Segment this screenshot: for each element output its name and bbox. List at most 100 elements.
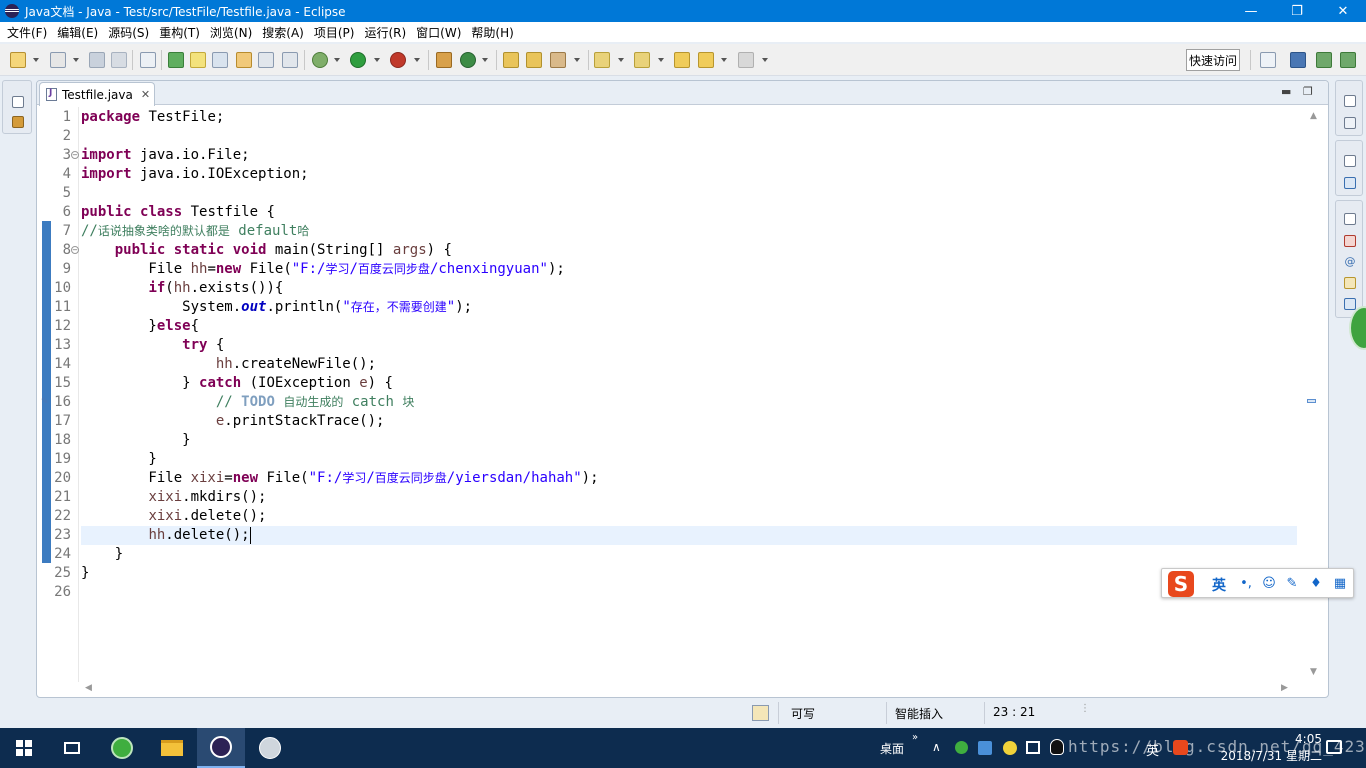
- clock[interactable]: 4:05 2018/7/31 星期二: [1221, 731, 1322, 765]
- prev-edit-dropdown-icon[interactable]: [658, 58, 664, 62]
- menu-window[interactable]: 窗口(W): [411, 24, 466, 41]
- toolbox-icon[interactable]: ▦: [1332, 576, 1348, 592]
- tray-360-icon[interactable]: [955, 741, 968, 754]
- forward-icon[interactable]: [738, 52, 754, 68]
- menu-navigate[interactable]: 浏览(N): [205, 24, 257, 41]
- handwriting-icon[interactable]: ✎: [1284, 576, 1300, 592]
- paragraph-icon[interactable]: [282, 52, 298, 68]
- task-marker-icon[interactable]: ✎: [41, 397, 49, 407]
- show-whitespace-icon[interactable]: [258, 52, 274, 68]
- overview-marker[interactable]: [1307, 399, 1316, 403]
- menu-project[interactable]: 项目(P): [309, 24, 360, 41]
- next-edit-dropdown-icon[interactable]: [618, 58, 624, 62]
- restore-view-icon[interactable]: [12, 96, 24, 108]
- desktop-toolbar[interactable]: 桌面: [880, 740, 904, 757]
- microphone-icon[interactable]: ♦: [1308, 576, 1324, 592]
- sogou-tray-icon[interactable]: [1173, 740, 1188, 755]
- task-list-icon[interactable]: [1344, 117, 1356, 129]
- tray-network-icon[interactable]: [1026, 741, 1040, 754]
- minimize-editor-button[interactable]: ▬: [1281, 85, 1291, 98]
- console-icon[interactable]: [1344, 298, 1356, 310]
- new-window-icon[interactable]: [50, 52, 66, 68]
- ime-language-toggle[interactable]: 英: [1212, 575, 1226, 595]
- action-center-icon[interactable]: [1326, 740, 1342, 754]
- restore-button[interactable]: ❐: [1274, 0, 1320, 22]
- back-icon[interactable]: [698, 52, 714, 68]
- save-all-icon[interactable]: [111, 52, 127, 68]
- debug-dropdown-icon[interactable]: [334, 58, 340, 62]
- menu-source[interactable]: 源码(S): [103, 24, 154, 41]
- forward-dropdown-icon[interactable]: [762, 58, 768, 62]
- start-button[interactable]: [0, 728, 48, 768]
- menu-file[interactable]: 文件(F): [2, 24, 52, 41]
- restore-view-icon[interactable]: [1344, 213, 1356, 225]
- scroll-right-icon[interactable]: ▶: [1281, 683, 1288, 693]
- new-window-dropdown-icon[interactable]: [73, 58, 79, 62]
- tray-app-icon[interactable]: [978, 741, 992, 755]
- emoji-icon[interactable]: ☺: [1261, 576, 1277, 592]
- show-hidden-icons-icon[interactable]: ∧: [932, 740, 941, 754]
- debug-perspective-icon[interactable]: [1316, 52, 1332, 68]
- git-perspective-icon[interactable]: [1340, 52, 1356, 68]
- minimize-button[interactable]: —: [1228, 0, 1274, 22]
- close-button[interactable]: ✕: [1320, 0, 1366, 22]
- punctuation-icon[interactable]: •,: [1238, 576, 1254, 592]
- scroll-left-icon[interactable]: ◀: [85, 683, 92, 693]
- qq-tray-icon[interactable]: [1050, 739, 1064, 755]
- task-view-button[interactable]: [48, 728, 96, 768]
- browser-app[interactable]: [98, 728, 146, 768]
- prev-edit-icon[interactable]: [634, 52, 650, 68]
- menu-edit[interactable]: 编辑(E): [52, 24, 103, 41]
- horizontal-scrollbar[interactable]: ◀ ▶: [81, 682, 1297, 696]
- menu-refactor[interactable]: 重构(T): [154, 24, 205, 41]
- new-dropdown-icon[interactable]: [33, 58, 39, 62]
- ime-indicator[interactable]: 英: [1146, 740, 1159, 759]
- back-dropdown-icon[interactable]: [721, 58, 727, 62]
- sogou-icon[interactable]: S: [1168, 571, 1194, 597]
- file-explorer-app[interactable]: [148, 728, 196, 768]
- new-class-icon[interactable]: [460, 52, 476, 68]
- menu-run[interactable]: 运行(R): [359, 24, 411, 41]
- run-dropdown-icon[interactable]: [374, 58, 380, 62]
- insert-mode-status[interactable]: 智能插入: [895, 705, 943, 722]
- tray-plus-icon[interactable]: [1003, 741, 1017, 755]
- quick-access-input[interactable]: 快速访问: [1186, 49, 1240, 71]
- sogou-ime-bar[interactable]: S 英 •, ☺ ✎ ♦ ▦: [1161, 568, 1354, 598]
- mark-occurrences-icon[interactable]: [190, 52, 206, 68]
- save-icon[interactable]: [89, 52, 105, 68]
- scroll-up-icon[interactable]: ▲: [1310, 111, 1317, 121]
- fold-toggle-icon[interactable]: −: [71, 151, 79, 159]
- maximize-editor-button[interactable]: ❐: [1303, 85, 1313, 98]
- fold-toggle-icon[interactable]: −: [71, 246, 79, 254]
- run-icon[interactable]: [350, 52, 366, 68]
- toolbar-expand-icon[interactable]: »: [912, 732, 918, 743]
- tab-testfile-java[interactable]: Testfile.java ✕: [39, 82, 155, 106]
- next-annotation-icon[interactable]: [168, 52, 184, 68]
- toggle-block-icon[interactable]: [212, 52, 228, 68]
- outline-icon[interactable]: [1344, 177, 1356, 189]
- open-perspective-icon[interactable]: [1260, 52, 1276, 68]
- external-tools-icon[interactable]: [390, 52, 406, 68]
- status-bar-grip[interactable]: ⋮: [1080, 704, 1090, 714]
- open-type-icon[interactable]: [503, 52, 519, 68]
- menu-help[interactable]: 帮助(H): [466, 24, 518, 41]
- search-dropdown-icon[interactable]: [574, 58, 580, 62]
- declaration-icon[interactable]: [1344, 277, 1356, 289]
- restore-view-icon[interactable]: [1344, 155, 1356, 167]
- new-java-project-icon[interactable]: [436, 52, 452, 68]
- problems-icon[interactable]: [1344, 235, 1356, 247]
- java-perspective-icon[interactable]: [1290, 52, 1306, 68]
- toggle-word-wrap-icon[interactable]: [236, 52, 252, 68]
- new-class-dropdown-icon[interactable]: [482, 58, 488, 62]
- package-explorer-icon[interactable]: [12, 116, 24, 128]
- menu-search[interactable]: 搜索(A): [257, 24, 309, 41]
- last-edit-location-icon[interactable]: [674, 52, 690, 68]
- new-icon[interactable]: [10, 52, 26, 68]
- tab-close-icon[interactable]: ✕: [141, 88, 150, 101]
- next-edit-icon[interactable]: [594, 52, 610, 68]
- external-tools-dropdown-icon[interactable]: [414, 58, 420, 62]
- qq-app[interactable]: [246, 728, 294, 768]
- skip-breakpoints-icon[interactable]: [140, 52, 156, 68]
- debug-icon[interactable]: [312, 52, 328, 68]
- search-icon[interactable]: [550, 52, 566, 68]
